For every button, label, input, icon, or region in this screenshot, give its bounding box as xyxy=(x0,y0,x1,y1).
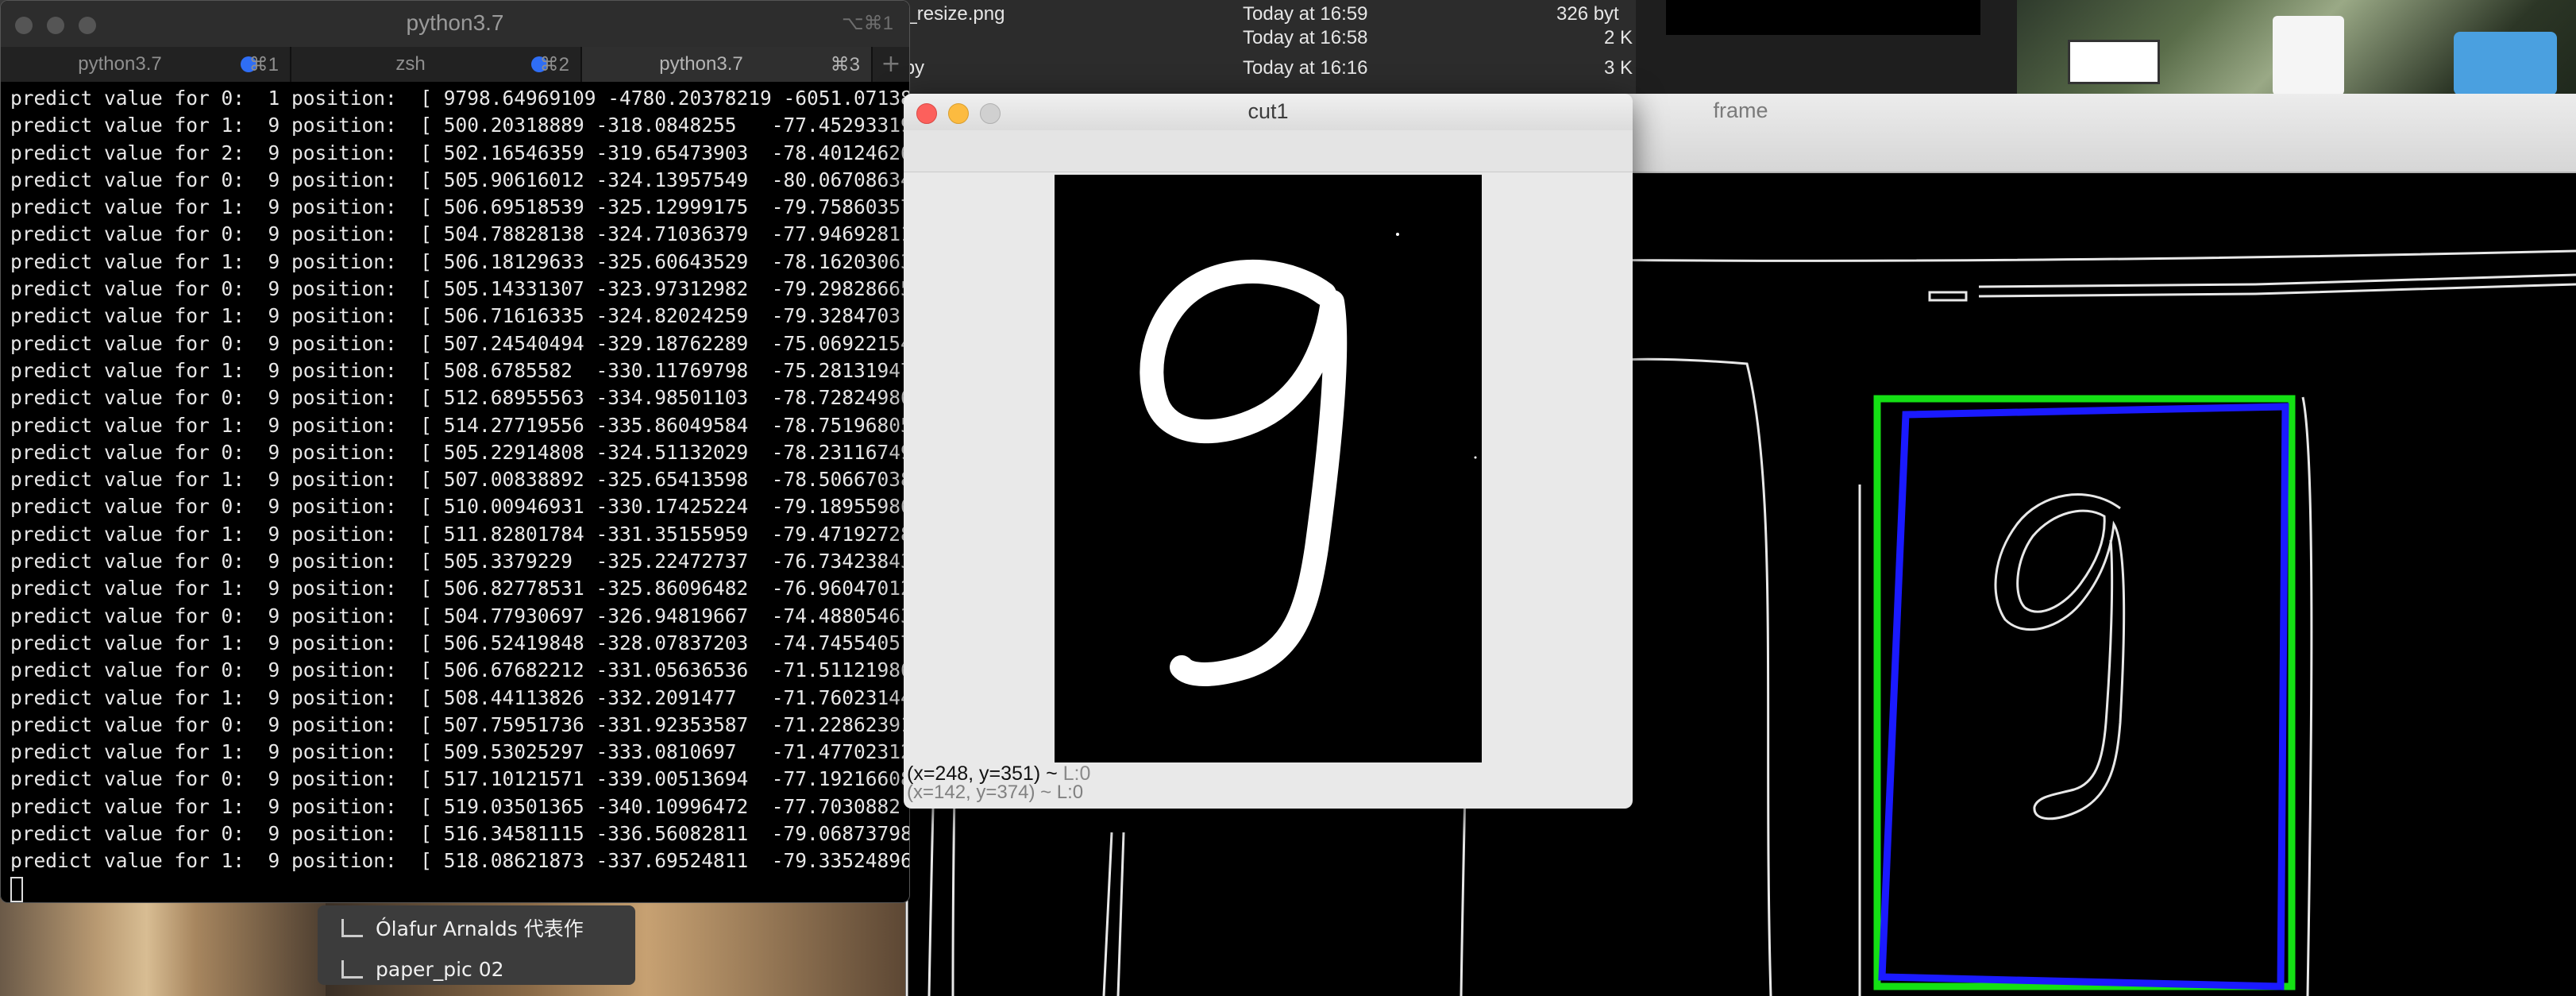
terminal-output-line: predict value for 0: 9 position: [ 507.7… xyxy=(10,712,910,736)
terminal-output-line: predict value for 0: 9 position: [ 504.7… xyxy=(10,222,910,246)
terminal-output-line: predict value for 1: 9 position: [ 507.0… xyxy=(10,468,910,492)
terminal-titlebar[interactable]: python3.7 ⌥⌘1 xyxy=(1,1,909,48)
terminal-tab-bar: python3.7 ⌘1 zsh ⌘2 python3.7 ⌘3 + xyxy=(1,47,909,82)
tab-shortcut: ⌘1 xyxy=(249,54,279,75)
terminal-title: python3.7 xyxy=(406,10,504,35)
terminal-output-line: predict value for 1: 9 position: [ 506.8… xyxy=(10,577,910,600)
terminal-output-line: predict value for 0: 1 position: [ 9798.… xyxy=(10,87,910,110)
finder-window: paper_resize.png Today at 16:59 326 byt … xyxy=(794,0,1636,95)
finder-file-date: Today at 16:58 xyxy=(1243,27,1368,48)
terminal-output-line: predict value for 0: 9 position: [ 516.3… xyxy=(10,822,910,846)
desktop-wallpaper-left xyxy=(0,898,326,996)
finder-file-size: 3 K xyxy=(1604,57,1633,79)
digit-nine-drawing xyxy=(1055,175,1482,762)
cut1-status-ghost: (x=142, y=374) ~ L:0 xyxy=(907,782,1084,803)
terminal-output-line: predict value for 1: 9 position: [ 519.0… xyxy=(10,794,910,818)
playlist-icon xyxy=(341,959,363,979)
finder-file-date: Today at 16:16 xyxy=(1243,57,1368,79)
desktop-folder-icon[interactable] xyxy=(2454,32,2557,95)
new-tab-button[interactable]: + xyxy=(873,47,909,82)
tab-label: python3.7 xyxy=(659,53,743,75)
detection-overlay xyxy=(1858,395,2313,996)
cut1-digit-image[interactable] xyxy=(1055,175,1482,762)
terminal-output-line: predict value for 0: 9 position: [ 504.7… xyxy=(10,604,910,627)
finder-file-size: 2 K xyxy=(1604,27,1633,48)
cut1-window[interactable]: cut1 (x=248, y=351) ~ L:0 (x=142, y=374)… xyxy=(904,94,1633,809)
music-list-item[interactable]: Ólafur Arnalds 代表作 xyxy=(341,912,584,944)
tab-label: zsh xyxy=(395,53,426,75)
terminal-output-line: predict value for 0: 9 position: [ 517.1… xyxy=(10,767,910,791)
terminal-output-line: predict value for 0: 9 position: [ 510.0… xyxy=(10,495,910,519)
finder-file-row[interactable]: otion.py Today at 16:16 3 K xyxy=(794,54,1636,83)
finder-file-date: Today at 16:59 xyxy=(1243,3,1368,25)
tab-shortcut: ⌘3 xyxy=(830,54,860,75)
terminal-output-line: predict value for 1: 9 position: [ 511.8… xyxy=(10,522,910,546)
terminal-output-line: predict value for 0: 9 position: [ 506.6… xyxy=(10,658,910,682)
playlist-icon xyxy=(341,918,363,937)
terminal-output-line: predict value for 1: 9 position: [ 506.7… xyxy=(10,304,910,328)
music-item-label: paper_pic 02 xyxy=(376,957,504,981)
tab-python3-7-3[interactable]: python3.7 ⌘3 xyxy=(582,47,873,82)
terminal-output-line: predict value for 1: 9 position: [ 514.2… xyxy=(10,413,910,437)
terminal-output-line: predict value for 1: 9 position: [ 500.2… xyxy=(10,114,910,137)
terminal-output-line: predict value for 1: 9 position: [ 506.6… xyxy=(10,195,910,219)
finder-file-size: 326 byt xyxy=(1556,3,1619,25)
terminal-output-line: predict value for 2: 9 position: [ 502.1… xyxy=(10,141,910,164)
terminal-prompt-line[interactable] xyxy=(10,875,909,902)
music-list-item[interactable]: paper_pic 02 xyxy=(341,953,504,985)
terminal-output-line: predict value for 1: 9 position: [ 508.4… xyxy=(10,685,910,709)
tab-python3-7-1[interactable]: python3.7 ⌘1 xyxy=(1,47,291,82)
cut1-window-title: cut1 xyxy=(1248,99,1289,123)
green-bounding-box xyxy=(1873,395,2296,990)
music-item-label: Ólafur Arnalds 代表作 xyxy=(376,917,584,940)
desktop-document-icon[interactable] xyxy=(2273,16,2344,95)
terminal-output-line: predict value for 1: 9 position: [ 518.0… xyxy=(10,849,910,873)
terminal-shortcut: ⌥⌘1 xyxy=(841,13,893,34)
terminal-output-line: predict value for 0: 9 position: [ 505.9… xyxy=(10,168,910,191)
finder-preview-image xyxy=(1666,0,1980,35)
tab-label: python3.7 xyxy=(78,53,162,75)
terminal-output-line: predict value for 1: 9 position: [ 506.5… xyxy=(10,631,910,654)
terminal-output-line: predict value for 0: 9 position: [ 505.3… xyxy=(10,550,910,573)
terminal-output-line: predict value for 0: 9 position: [ 505.1… xyxy=(10,277,910,301)
text-cursor-icon xyxy=(10,876,23,902)
cut1-toolbar xyxy=(904,130,1633,172)
finder-file-row[interactable]: Today at 16:58 2 K xyxy=(794,24,1636,52)
music-list: Ólafur Arnalds 代表作 paper_pic 02 xyxy=(318,905,635,985)
terminal-output-line: predict value for 0: 9 position: [ 507.2… xyxy=(10,331,910,355)
terminal-output-line: predict value for 0: 9 position: [ 505.2… xyxy=(10,440,910,464)
cut1-titlebar[interactable]: cut1 xyxy=(904,94,1633,131)
terminal-window[interactable]: python3.7 ⌥⌘1 python3.7 ⌘1 zsh ⌘2 python… xyxy=(0,0,910,903)
desktop: paper_resize.png Today at 16:59 326 byt … xyxy=(0,0,2576,996)
terminal-output-line: predict value for 0: 9 position: [ 512.6… xyxy=(10,386,910,410)
tab-shortcut: ⌘2 xyxy=(539,54,569,75)
terminal-output-line: predict value for 1: 9 position: [ 506.1… xyxy=(10,249,910,273)
tab-zsh[interactable]: zsh ⌘2 xyxy=(291,47,582,82)
terminal-output-line: predict value for 1: 9 position: [ 508.6… xyxy=(10,358,910,382)
terminal-output-line: predict value for 1: 9 position: [ 509.5… xyxy=(10,740,910,764)
terminal-output[interactable]: predict value for 0: 1 position: [ 9798.… xyxy=(1,85,910,902)
desktop-image-file-icon[interactable] xyxy=(2068,40,2160,84)
